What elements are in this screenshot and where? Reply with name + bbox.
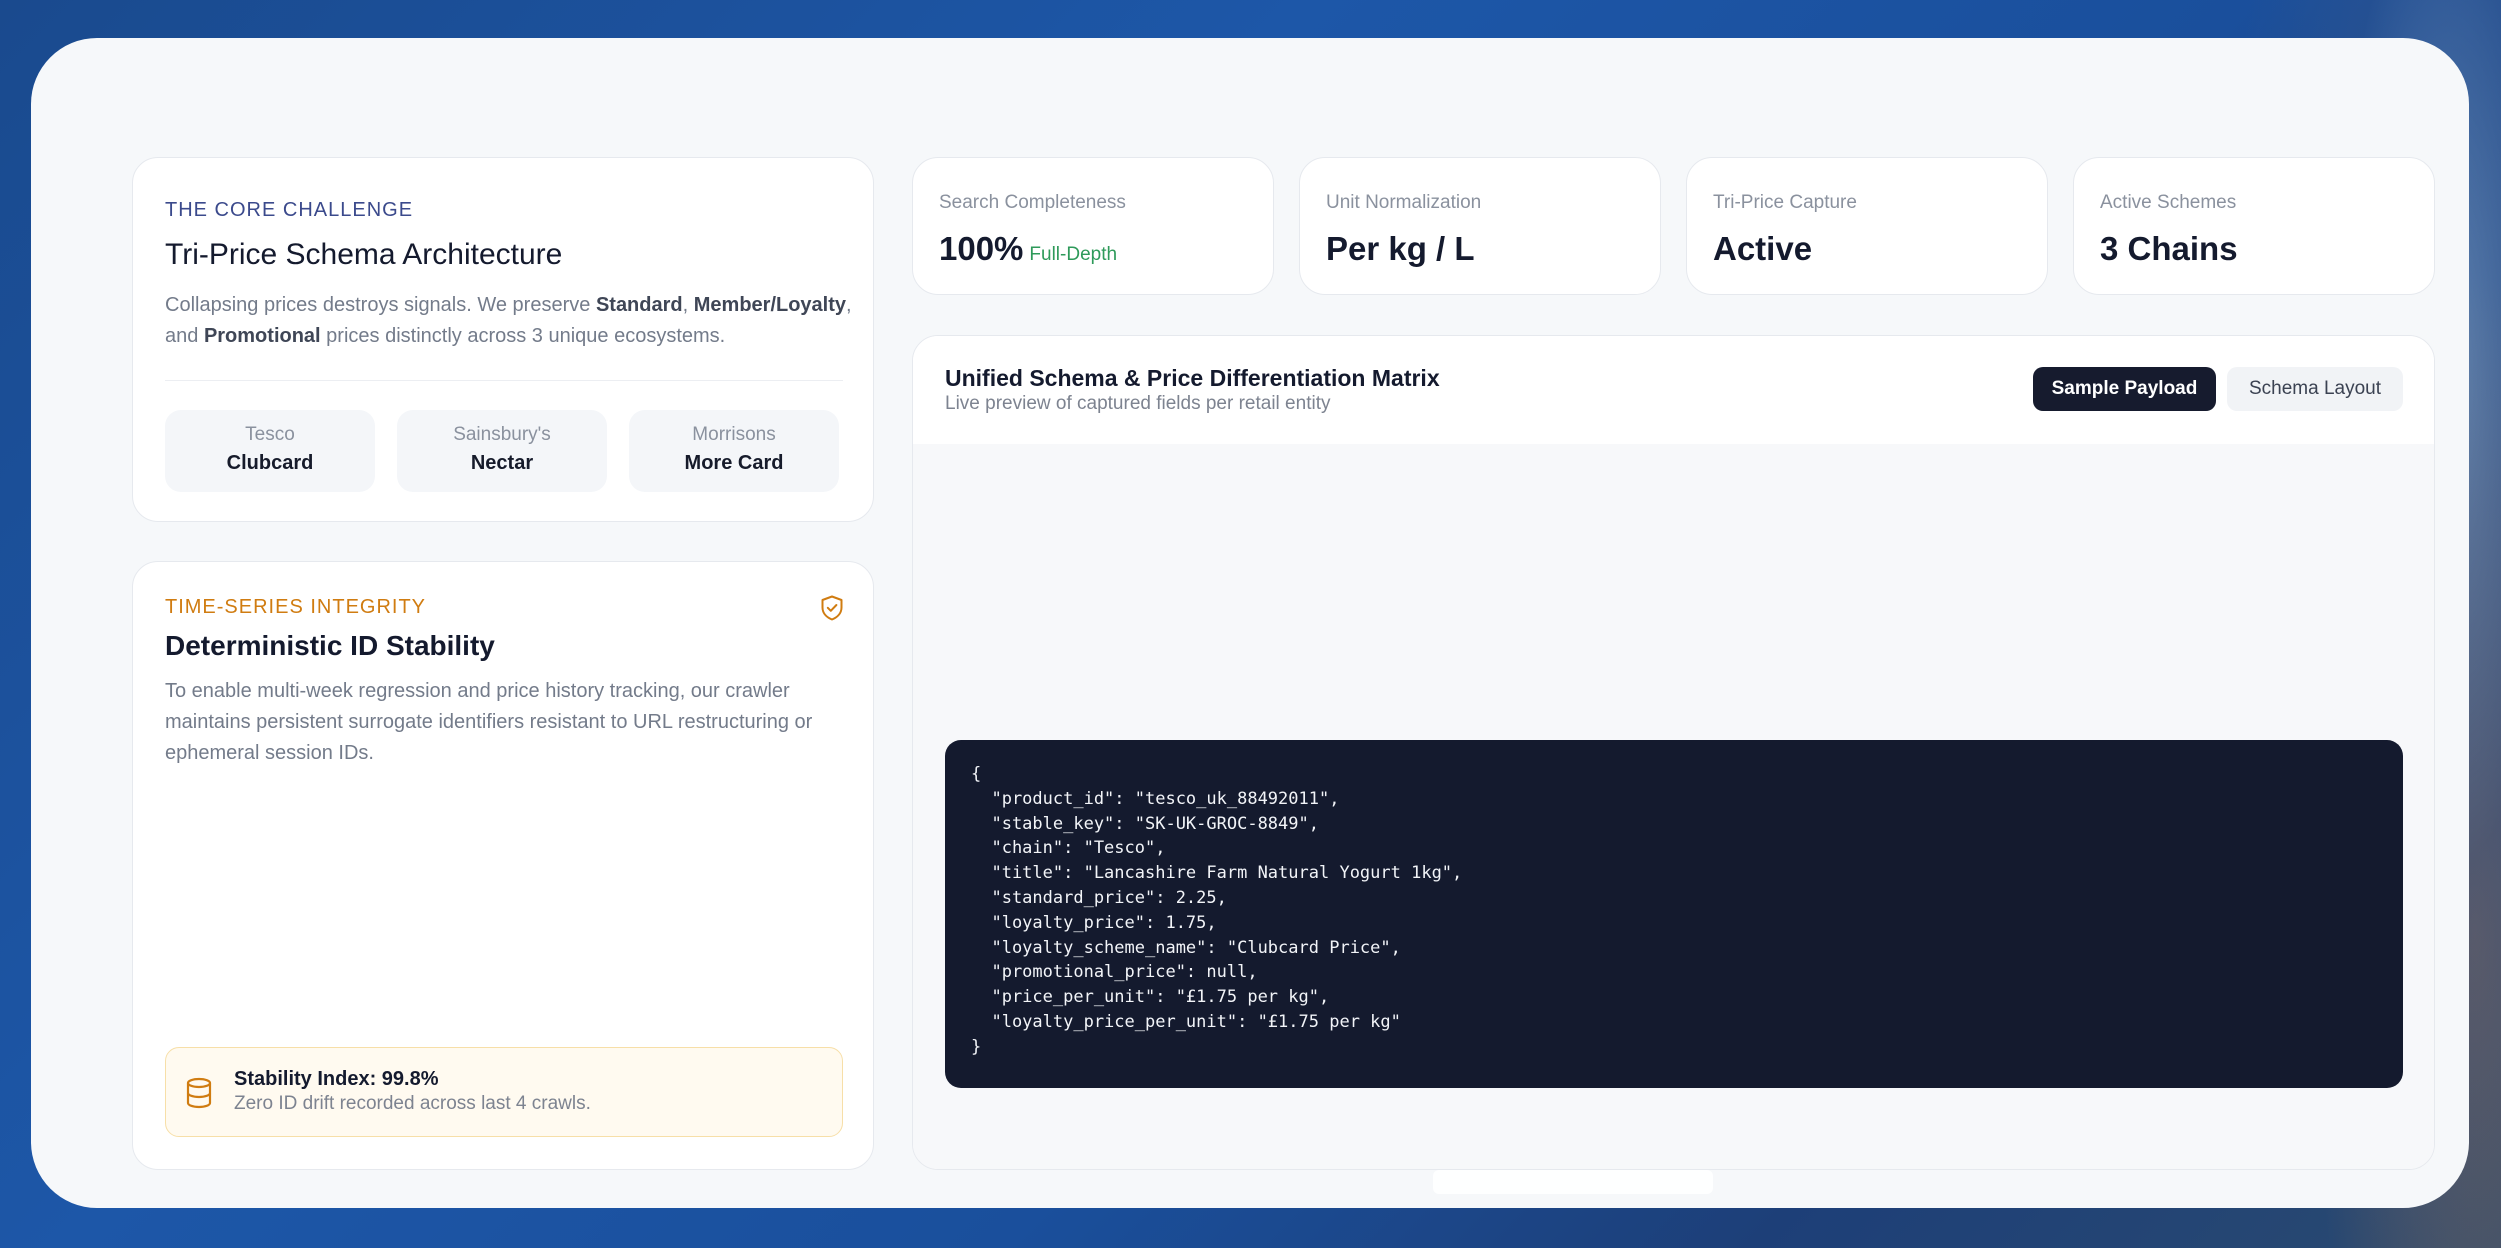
stability-index-banner: Stability Index: 99.8% Zero ID drift rec…	[165, 1047, 843, 1137]
stability-index-title: Stability Index: 99.8%	[234, 1068, 439, 1090]
integrity-eyebrow: TIME-SERIES INTEGRITY	[165, 596, 427, 618]
metric-value-text: 100%	[939, 230, 1024, 267]
scheme-name: More Card	[684, 452, 784, 474]
dashboard-frame: THE CORE CHALLENGE Tri-Price Schema Arch…	[31, 38, 2469, 1208]
tab-schema-layout[interactable]: Schema Layout	[2227, 367, 2403, 411]
integrity-description: To enable multi-week regression and pric…	[165, 680, 813, 764]
panel-header: Unified Schema & Price Differentiation M…	[913, 336, 2434, 444]
panel-title: Unified Schema & Price Differentiation M…	[945, 365, 1440, 391]
metric-value: 100% Full-Depth	[939, 230, 1117, 268]
chain-name: Morrisons	[692, 424, 776, 445]
chain-chip-morrisons: Morrisons More Card	[629, 410, 839, 492]
shield-check-icon	[821, 595, 843, 621]
desc-member: Member/Loyalty	[693, 294, 847, 316]
schema-matrix-panel: Unified Schema & Price Differentiation M…	[912, 335, 2435, 1170]
core-challenge-title: Tri-Price Schema Architecture	[165, 238, 563, 271]
scheme-name: Clubcard	[226, 452, 314, 474]
chain-chip-tesco: Tesco Clubcard	[165, 410, 375, 492]
divider	[165, 380, 843, 381]
chain-name: Tesco	[245, 424, 295, 445]
metric-search-completeness: Search Completeness 100% Full-Depth	[912, 157, 1274, 295]
metric-label: Unit Normalization	[1326, 192, 1482, 213]
metric-label: Search Completeness	[939, 192, 1126, 213]
scheme-name: Nectar	[470, 452, 534, 474]
chain-chip-sainsburys: Sainsbury's Nectar	[397, 410, 607, 492]
stability-index-subtitle: Zero ID drift recorded across last 4 cra…	[234, 1093, 591, 1114]
core-challenge-eyebrow: THE CORE CHALLENGE	[165, 199, 414, 221]
metric-unit-normalization: Unit Normalization Per kg / L	[1299, 157, 1661, 295]
integrity-title: Deterministic ID Stability	[165, 630, 495, 661]
metric-label: Tri-Price Capture	[1713, 192, 1857, 213]
metric-value: Per kg / L	[1326, 230, 1475, 267]
metric-value: 3 Chains	[2100, 230, 2238, 267]
panel-subtitle: Live preview of captured fields per reta…	[945, 393, 1331, 414]
metric-label: Active Schemes	[2100, 192, 2237, 213]
chain-name: Sainsbury's	[453, 424, 551, 445]
metric-active-schemes: Active Schemes 3 Chains	[2073, 157, 2435, 295]
metric-subvalue: Full-Depth	[1029, 244, 1118, 265]
desc-sep: ,	[682, 294, 694, 316]
json-payload-code-block: { "product_id": "tesco_uk_88492011", "st…	[945, 740, 2403, 1088]
time-series-integrity-card: TIME-SERIES INTEGRITY Deterministic ID S…	[132, 561, 874, 1170]
metric-tri-price-capture: Tri-Price Capture Active	[1686, 157, 2048, 295]
tab-sample-payload[interactable]: Sample Payload	[2033, 367, 2216, 411]
metric-value: Active	[1713, 230, 1813, 267]
panel-body: { "product_id": "tesco_uk_88492011", "st…	[913, 444, 2434, 1169]
desc-text: prices distinctly across 3 unique ecosys…	[320, 325, 726, 347]
desc-promotional: Promotional	[203, 325, 321, 347]
core-challenge-description: Collapsing prices destroys signals. We p…	[165, 290, 855, 352]
database-icon	[186, 1077, 212, 1109]
desc-standard: Standard	[595, 294, 683, 316]
scroll-indicator	[1433, 1170, 1713, 1194]
desc-text: Collapsing prices destroys signals. We p…	[165, 294, 596, 316]
core-challenge-card: THE CORE CHALLENGE Tri-Price Schema Arch…	[132, 157, 874, 522]
